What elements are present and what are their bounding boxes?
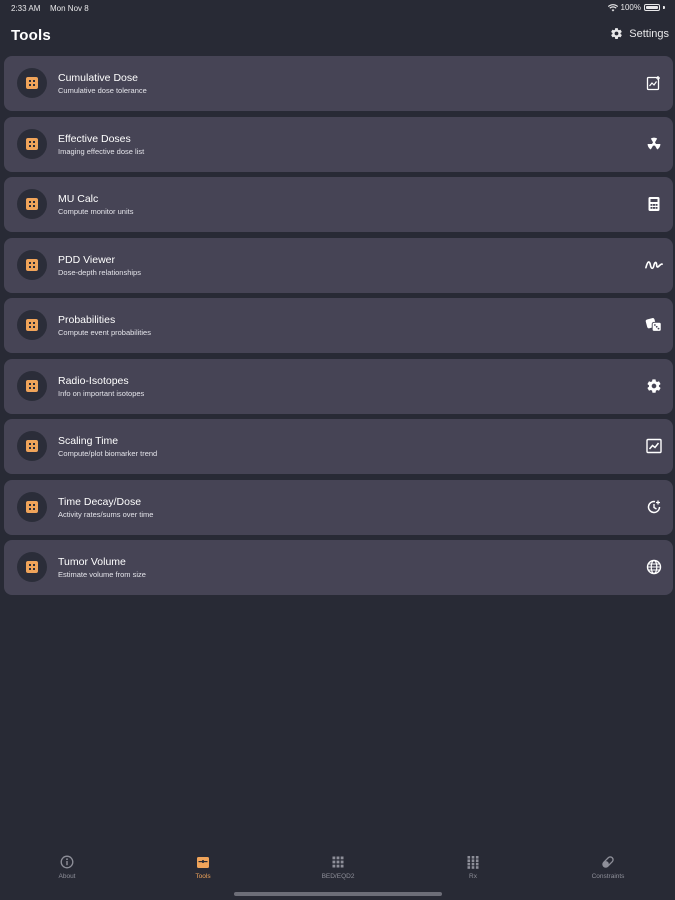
tool-subtitle: Activity rates/sums over time — [58, 509, 154, 519]
tab-about[interactable]: About — [17, 855, 117, 880]
tool-title: PDD Viewer — [58, 253, 115, 266]
tool-card-probabilities[interactable]: Probabilities Compute event probabilitie… — [4, 298, 673, 353]
tool-card-mu-calc[interactable]: MU Calc Compute monitor units — [4, 177, 673, 232]
settings-button[interactable]: Settings — [610, 27, 669, 40]
tool-card-scaling-time[interactable]: Scaling Time Compute/plot biomarker tren… — [4, 419, 673, 474]
tool-subtitle: Imaging effective dose list — [58, 146, 145, 156]
tool-card-effective-doses[interactable]: Effective Doses Imaging effective dose l… — [4, 116, 673, 172]
toolbox-icon — [17, 189, 47, 219]
tool-card-tumor-volume[interactable]: Tumor Volume Estimate volume from size — [4, 540, 673, 595]
radiation-icon — [645, 135, 663, 153]
tool-title: Radio-Isotopes — [58, 374, 129, 387]
tool-card-time-decay-dose[interactable]: Time Decay/Dose Activity rates/sums over… — [4, 479, 673, 535]
chart-doc-icon — [645, 74, 663, 92]
tool-title: Scaling Time — [58, 435, 119, 447]
tool-subtitle: Compute event probabilities — [58, 328, 151, 337]
tool-title: Probabilities — [58, 314, 116, 326]
gear-icon — [611, 28, 623, 39]
tool-subtitle: Cumulative dose tolerance — [58, 86, 147, 95]
toolbox-icon — [17, 431, 47, 461]
tab-rx[interactable]: Rx — [423, 855, 523, 880]
battery-tip — [663, 6, 665, 9]
grid-dots-icon — [467, 856, 479, 869]
tools-list: Cumulative Dose Cumulative dose toleranc… — [4, 56, 673, 601]
settings-label: Settings — [629, 27, 669, 40]
tool-subtitle: Dose-depth relationships — [58, 267, 141, 277]
battery-icon — [644, 4, 660, 11]
page-title: Tools — [11, 27, 51, 44]
info-icon — [60, 855, 74, 869]
tab-label: About — [58, 873, 76, 880]
globe-icon — [645, 558, 663, 576]
tool-subtitle: Info on important isotopes — [58, 388, 145, 398]
tab-constraints[interactable]: Constraints — [558, 855, 658, 880]
wave-icon — [645, 256, 663, 274]
home-indicator — [234, 892, 442, 896]
status-indicators: 100% — [607, 3, 665, 12]
status-bar: 2:33 AM Mon Nov 8 100% — [0, 0, 675, 16]
tab-label: BED/EQD2 — [321, 873, 355, 880]
tool-subtitle: Compute monitor units — [58, 207, 134, 216]
tab-label: Rx — [469, 873, 477, 880]
tool-title: Time Decay/Dose — [58, 495, 142, 508]
tool-subtitle: Estimate volume from size — [58, 570, 146, 579]
tool-title: Tumor Volume — [58, 556, 126, 568]
tool-title: Cumulative Dose — [58, 72, 138, 84]
toolbox-icon — [17, 491, 47, 522]
tab-tools[interactable]: Tools — [153, 855, 253, 880]
toolbox-icon — [17, 370, 47, 401]
isotope-icon — [645, 377, 663, 395]
pill-icon — [602, 856, 614, 868]
tool-card-pdd-viewer[interactable]: PDD Viewer Dose-depth relationships — [4, 237, 673, 293]
tool-card-cumulative-dose[interactable]: Cumulative Dose Cumulative dose toleranc… — [4, 56, 673, 111]
tool-card-radio-isotopes[interactable]: Radio-Isotopes Info on important isotope… — [4, 358, 673, 414]
tab-label: Tools — [195, 873, 211, 880]
toolbox-icon — [17, 68, 47, 98]
tab-label: Constraints — [591, 873, 625, 880]
status-time: 2:33 AM — [11, 4, 41, 13]
calculator-icon — [645, 195, 663, 213]
wifi-icon — [607, 3, 618, 11]
toolbox-icon — [17, 310, 47, 340]
clock-decay-icon — [645, 498, 663, 516]
toolbox-icon — [17, 249, 47, 280]
tab-bed-eqd2[interactable]: BED/EQD2 — [288, 855, 388, 880]
tool-title: Effective Doses — [58, 132, 131, 145]
dice-icon — [645, 316, 663, 334]
header: Tools Settings — [0, 20, 675, 50]
toolbox-icon — [17, 128, 47, 159]
toolbox-icon — [197, 857, 209, 868]
status-date: Mon Nov 8 — [50, 4, 89, 13]
tool-subtitle: Compute/plot biomarker trend — [58, 449, 158, 458]
tool-title: MU Calc — [58, 193, 99, 205]
grid-icon — [332, 856, 344, 868]
trend-chart-icon — [645, 437, 663, 455]
toolbox-icon — [17, 552, 47, 582]
battery-percent: 100% — [620, 3, 641, 12]
